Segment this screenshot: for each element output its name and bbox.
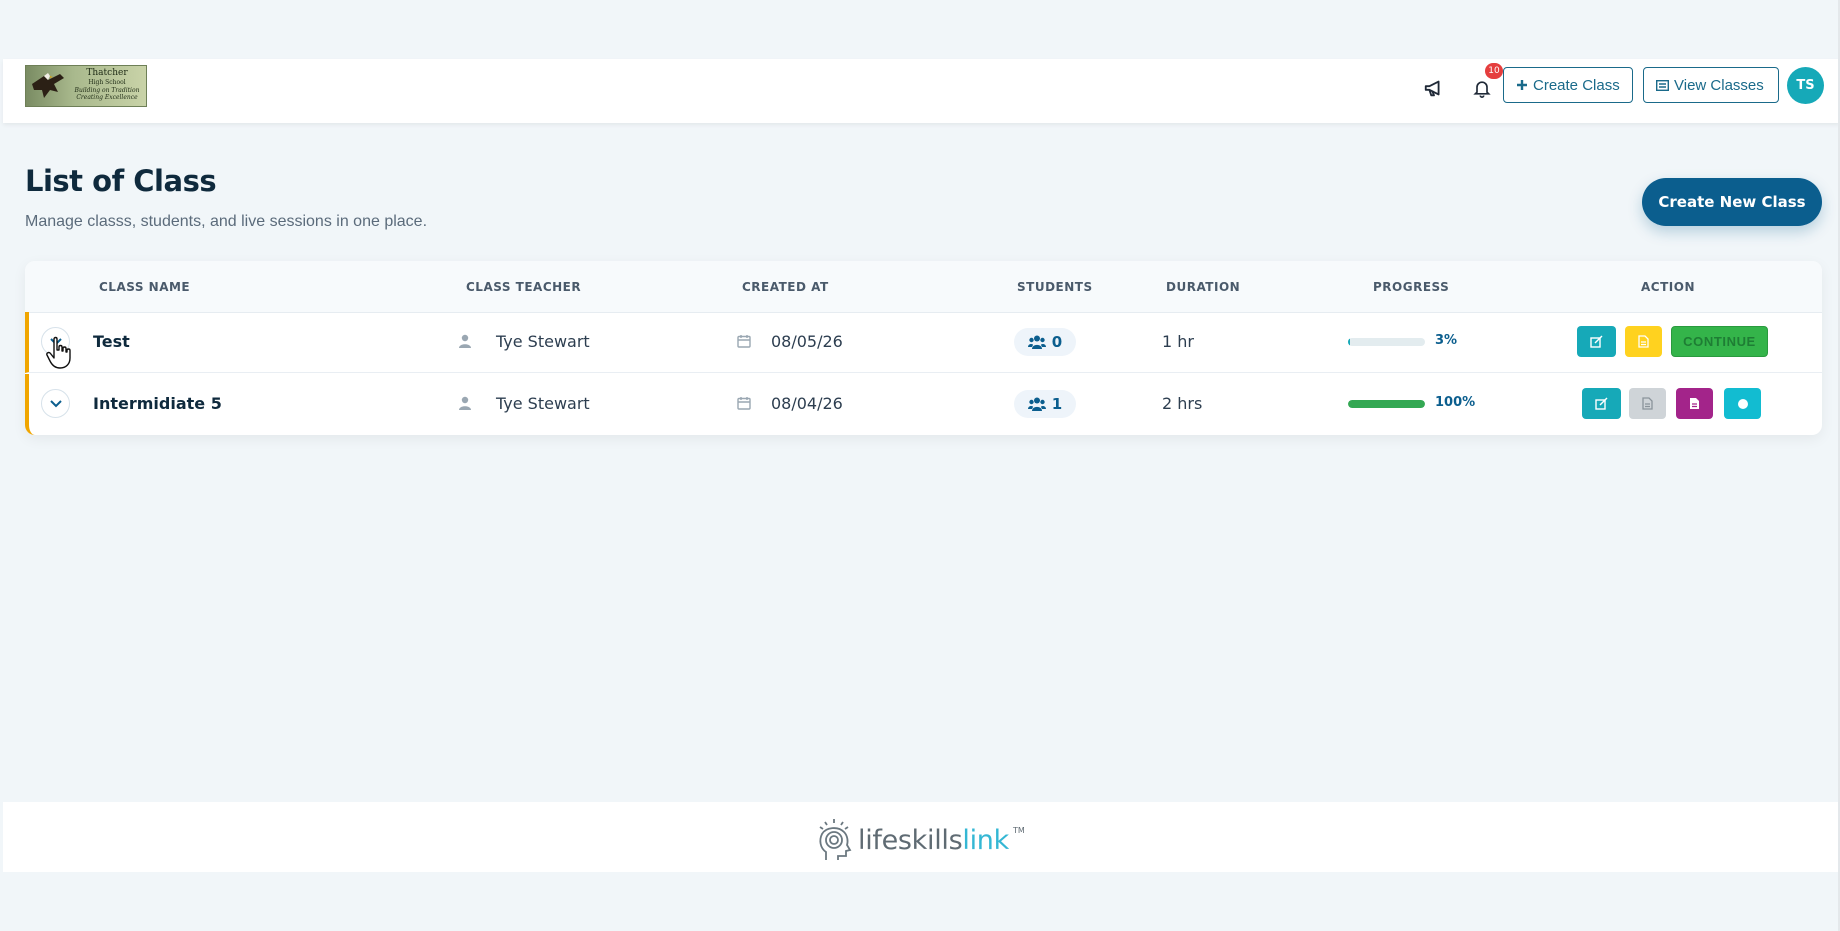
- class-teacher: Tye Stewart: [496, 332, 590, 351]
- calendar-icon: [737, 335, 751, 348]
- report-button[interactable]: [1676, 388, 1713, 419]
- notification-count-badge: 10: [1485, 63, 1503, 79]
- users-icon: [1027, 397, 1046, 411]
- students-count-badge: 1: [1014, 390, 1076, 418]
- announcements-button[interactable]: [1421, 75, 1447, 101]
- row-expand-button[interactable]: [41, 389, 70, 418]
- list-icon: [1656, 79, 1669, 91]
- column-header-class-name: CLASS NAME: [99, 280, 191, 294]
- table-row: Intermidiate 5 Tye Stewart 08/04/26 1 2 …: [25, 374, 1822, 435]
- edit-button[interactable]: [1577, 326, 1616, 357]
- column-header-action: ACTION: [1641, 280, 1695, 294]
- created-at: 08/05/26: [771, 332, 843, 351]
- megaphone-icon: [1424, 80, 1440, 97]
- view-classes-button[interactable]: View Classes: [1643, 67, 1779, 103]
- logo-school-name: Thatcher: [86, 68, 128, 78]
- trademark: TM: [1012, 825, 1025, 835]
- duration: 1 hr: [1162, 332, 1194, 351]
- footer: lifeskillslink TM: [3, 802, 1840, 872]
- record-icon: [1737, 398, 1748, 409]
- page-title: List of Class: [25, 164, 217, 198]
- column-header-students: STUDENTS: [1017, 280, 1093, 294]
- students-count: 0: [1051, 333, 1063, 351]
- edit-button[interactable]: [1582, 388, 1621, 419]
- students-count: 1: [1051, 395, 1063, 413]
- create-class-label: Create Class: [1533, 76, 1620, 94]
- class-teacher: Tye Stewart: [496, 394, 590, 413]
- progress-percent: 3%: [1435, 333, 1458, 348]
- progress-bar: [1348, 400, 1425, 408]
- view-classes-label: View Classes: [1674, 76, 1764, 94]
- top-header: Thatcher High School Building on Traditi…: [3, 59, 1840, 123]
- create-class-button[interactable]: Create Class: [1503, 67, 1633, 103]
- eagle-logo-icon: [32, 73, 64, 98]
- user-avatar[interactable]: TS: [1787, 67, 1824, 104]
- students-count-badge: 0: [1014, 328, 1076, 356]
- record-button[interactable]: [1724, 388, 1761, 419]
- create-new-class-button[interactable]: Create New Class: [1642, 178, 1822, 226]
- duration: 2 hrs: [1162, 394, 1203, 413]
- lifeskillslink-logo: lifeskillslink TM: [816, 816, 1025, 864]
- user-icon: [459, 396, 471, 410]
- class-table: CLASS NAME CLASS TEACHER CREATED AT STUD…: [25, 261, 1822, 435]
- progress-bar: [1348, 338, 1425, 346]
- progress-bar-fill: [1348, 338, 1351, 346]
- plus-icon: [1517, 80, 1527, 90]
- column-header-class-teacher: CLASS TEACHER: [466, 280, 582, 294]
- column-header-duration: DURATION: [1166, 280, 1241, 294]
- column-header-created-at: CREATED AT: [742, 280, 829, 294]
- school-logo[interactable]: Thatcher High School Building on Traditi…: [25, 65, 147, 107]
- created-at: 08/04/26: [771, 394, 843, 413]
- brand-text: lifeskillslink: [858, 825, 1009, 856]
- calendar-icon: [737, 397, 751, 410]
- table-row: Test Tye Stewart 08/05/26 0 1 hr 3% CONT…: [25, 312, 1822, 373]
- edit-icon: [1590, 335, 1603, 348]
- chevron-down-icon: [49, 399, 62, 407]
- document-icon: [1638, 335, 1649, 348]
- progress-percent: 100%: [1435, 395, 1476, 410]
- page-subtitle: Manage classs, students, and live sessio…: [25, 213, 428, 230]
- bell-icon: [1473, 81, 1491, 98]
- brand-text-part2: link: [962, 824, 1009, 856]
- table-header: CLASS NAME CLASS TEACHER CREATED AT STUD…: [25, 261, 1822, 313]
- brand-text-part1: lifeskills: [858, 824, 963, 856]
- document-button[interactable]: [1625, 326, 1662, 357]
- class-name[interactable]: Intermidiate 5: [93, 394, 222, 413]
- progress-bar-fill: [1348, 400, 1425, 408]
- document-icon: [1690, 398, 1699, 409]
- logo-motto: Building on Tradition Creating Excellenc…: [74, 87, 140, 101]
- class-name[interactable]: Test: [93, 332, 130, 351]
- document-icon: [1642, 397, 1653, 410]
- document-button-disabled[interactable]: [1629, 388, 1666, 419]
- logo-school-sub: High School: [88, 79, 126, 86]
- users-icon: [1027, 335, 1046, 349]
- brain-head-icon: [819, 819, 852, 860]
- hand-cursor-icon: [46, 336, 71, 369]
- column-header-progress: PROGRESS: [1373, 280, 1450, 294]
- continue-button[interactable]: CONTINUE: [1671, 326, 1768, 357]
- edit-icon: [1595, 397, 1608, 410]
- user-icon: [459, 334, 471, 348]
